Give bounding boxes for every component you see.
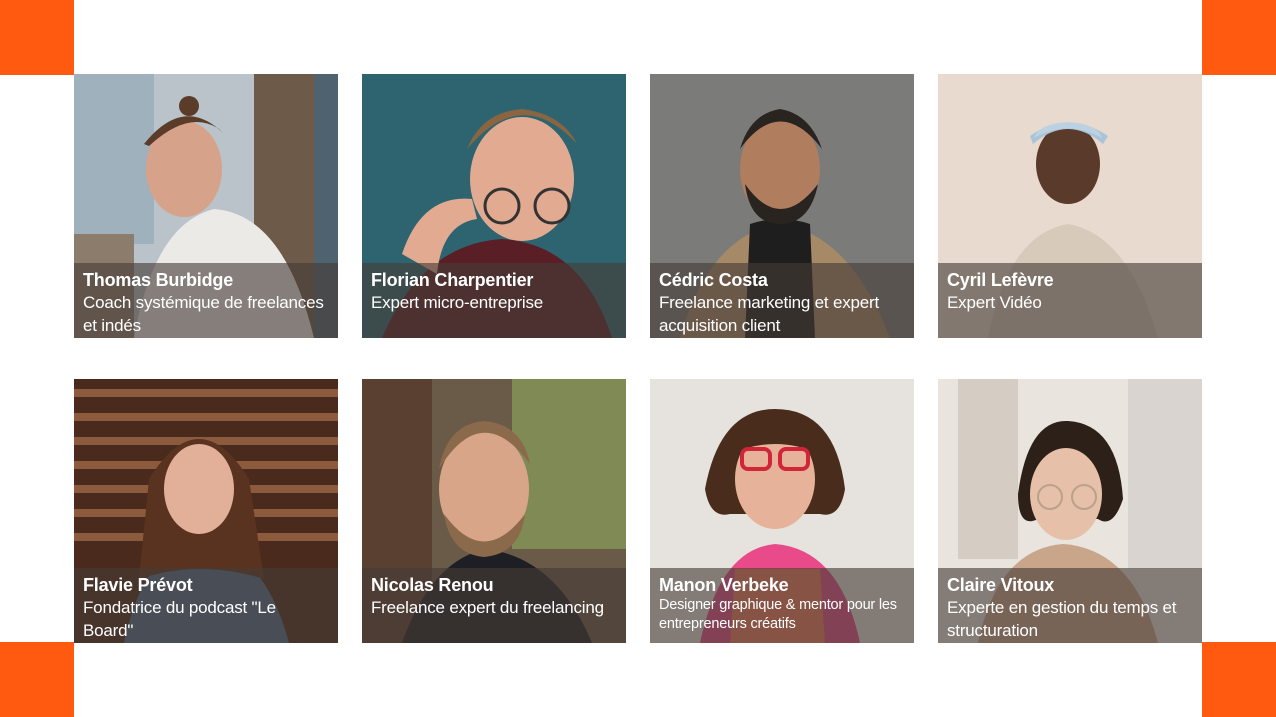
caption: Claire Vitoux Experte en gestion du temp… (938, 568, 1202, 643)
caption: Manon Verbeke Designer graphique & mento… (650, 568, 914, 643)
member-name: Cyril Lefèvre (947, 270, 1054, 290)
member-name: Nicolas Renou (371, 575, 494, 595)
member-role: Coach systémique de freelances et indés (83, 293, 324, 335)
member-name: Claire Vitoux (947, 575, 1055, 595)
member-role: Expert micro-entreprise (371, 293, 544, 312)
corner-decoration-top-right (1202, 0, 1276, 75)
member-name: Thomas Burbidge (83, 270, 234, 290)
member-role: Freelance expert du freelancing (371, 598, 604, 617)
caption: Flavie Prévot Fondatrice du podcast "Le … (74, 568, 338, 643)
member-name: Manon Verbeke (659, 575, 789, 595)
team-card: Nicolas Renou Freelance expert du freela… (362, 379, 626, 643)
team-card: Manon Verbeke Designer graphique & mento… (650, 379, 914, 643)
corner-decoration-bottom-left (0, 642, 74, 717)
member-name: Flavie Prévot (83, 575, 193, 595)
member-role: Designer graphique & mentor pour les ent… (659, 597, 897, 632)
member-role: Experte en gestion du temps et structura… (947, 598, 1177, 640)
team-card: Cyril Lefèvre Expert Vidéo (938, 74, 1202, 338)
team-grid: Thomas Burbidge Coach systémique de free… (74, 74, 1202, 643)
team-card: Florian Charpentier Expert micro-entrepr… (362, 74, 626, 338)
corner-decoration-top-left (0, 0, 74, 75)
team-card: Cédric Costa Freelance marketing et expe… (650, 74, 914, 338)
caption: Thomas Burbidge Coach systémique de free… (74, 263, 338, 338)
caption: Cyril Lefèvre Expert Vidéo (938, 263, 1202, 338)
member-role: Freelance marketing et expert acquisitio… (659, 293, 880, 335)
corner-decoration-bottom-right (1202, 642, 1276, 717)
member-role: Expert Vidéo (947, 293, 1042, 312)
member-role: Fondatrice du podcast "Le Board" (83, 598, 276, 640)
caption: Florian Charpentier Expert micro-entrepr… (362, 263, 626, 338)
caption: Nicolas Renou Freelance expert du freela… (362, 568, 626, 643)
member-name: Florian Charpentier (371, 270, 534, 290)
team-card: Claire Vitoux Experte en gestion du temp… (938, 379, 1202, 643)
team-card: Flavie Prévot Fondatrice du podcast "Le … (74, 379, 338, 643)
caption: Cédric Costa Freelance marketing et expe… (650, 263, 914, 338)
team-card: Thomas Burbidge Coach systémique de free… (74, 74, 338, 338)
member-name: Cédric Costa (659, 270, 768, 290)
